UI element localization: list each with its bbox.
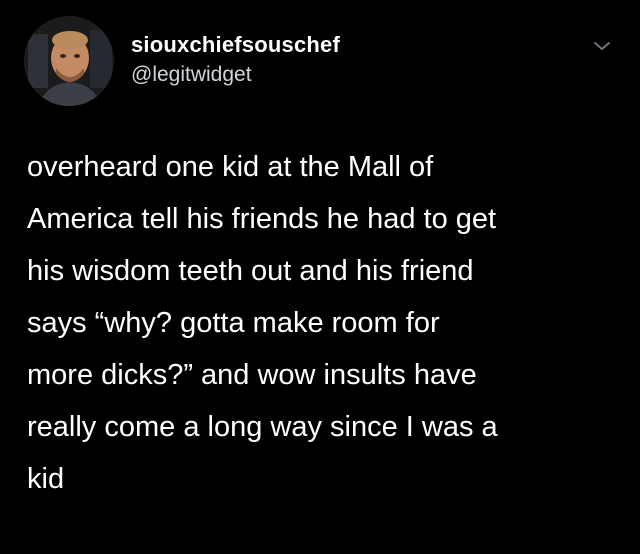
tweet-text-line: really come a long way since I was a — [27, 411, 498, 443]
user-info: siouxchiefsouschef @legitwidget — [131, 32, 340, 88]
tweet-card: siouxchiefsouschef @legitwidget overhear… — [0, 0, 640, 554]
tweet-text: overheard one kid at the Mall of America… — [27, 141, 622, 505]
tweet-text-line: America tell his friends he had to get — [27, 203, 497, 235]
display-name[interactable]: siouxchiefsouschef — [131, 32, 340, 58]
tweet-text-line: kid — [27, 463, 65, 495]
avatar[interactable] — [24, 16, 114, 106]
chevron-down-icon[interactable] — [590, 34, 614, 58]
user-handle[interactable]: @legitwidget — [131, 62, 340, 88]
avatar-image — [24, 16, 114, 106]
tweet-text-line: overheard one kid at the Mall of — [27, 151, 434, 183]
tweet-text-line: says “why? gotta make room for — [27, 307, 440, 339]
tweet-text-line: more dicks?” and wow insults have — [27, 359, 477, 391]
tweet-text-line: his wisdom teeth out and his friend — [27, 255, 474, 287]
